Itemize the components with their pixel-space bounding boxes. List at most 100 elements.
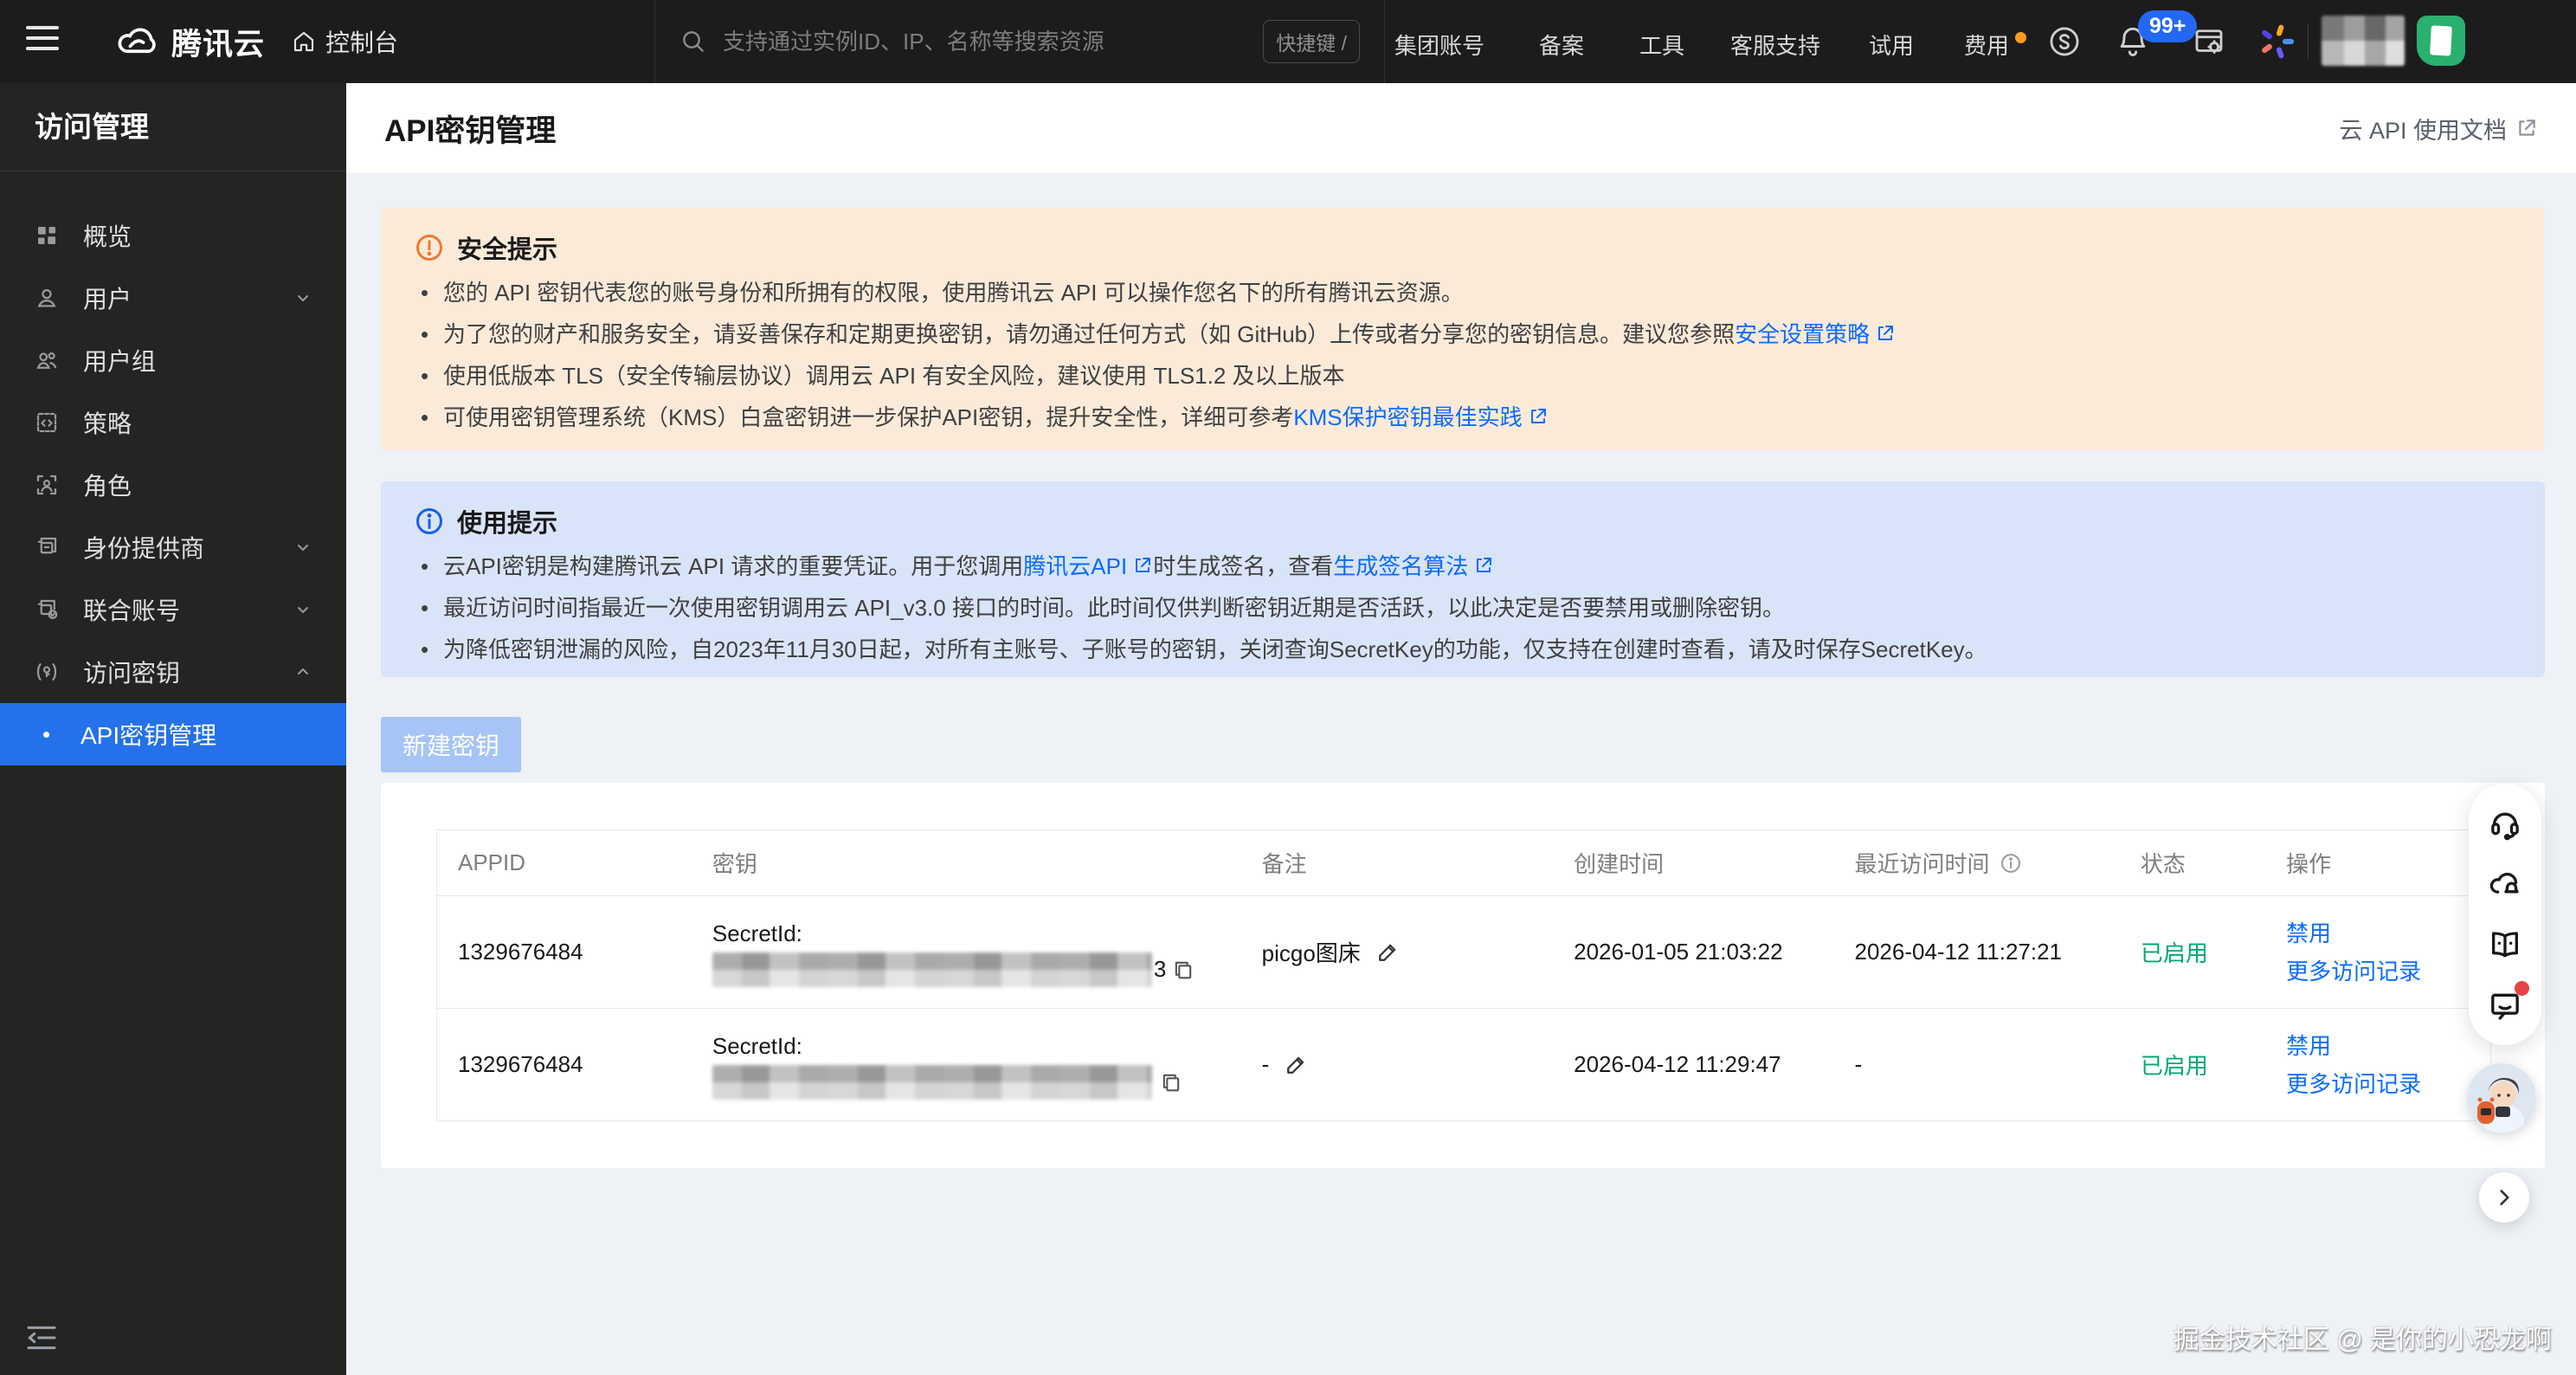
hamburger-menu-icon[interactable]	[26, 26, 59, 57]
role-icon	[33, 471, 61, 499]
signature-algorithm-link[interactable]: 生成签名算法	[1333, 553, 1468, 579]
home-icon	[291, 29, 317, 55]
edit-remark-icon[interactable]	[1283, 1052, 1309, 1078]
collapse-sidebar-icon[interactable]	[24, 1323, 61, 1354]
security-bullet-1: 您的 API 密钥代表您的账号身份和所拥有的权限，使用腾讯云 API 可以操作您…	[414, 272, 2512, 313]
nav-icp-filing[interactable]: 备案	[1539, 29, 1584, 61]
feedback-notice-dot	[2515, 981, 2529, 996]
headset-support-icon[interactable]	[2484, 803, 2526, 844]
cell-actions: 禁用 更多访问记录	[2265, 1009, 2490, 1121]
sidebar-item-users[interactable]: 用户	[0, 267, 346, 329]
tencent-cloud-logo[interactable]: 腾讯云	[114, 19, 265, 64]
colorful-star-icon[interactable]	[2256, 21, 2297, 62]
cloud-logo-icon	[114, 19, 159, 64]
assistant-avatar[interactable]	[2467, 1063, 2536, 1133]
cloud-api-link[interactable]: 腾讯云API	[1023, 553, 1127, 579]
docs-book-icon[interactable]	[2484, 924, 2526, 965]
sidebar-item-user-groups[interactable]: 用户组	[0, 329, 346, 391]
cell-secret: SecretId: 3	[692, 896, 1241, 1009]
sidebar: 访问管理 概览 用户	[0, 83, 346, 1375]
console-link[interactable]: 控制台	[291, 24, 398, 59]
users-group-icon	[33, 346, 61, 374]
cell-appid: 1329676484	[437, 1009, 692, 1121]
table-header-row: APPID 密钥 备注 创建时间 最近访问时间	[437, 830, 2491, 896]
status-badge: 已启用	[2141, 940, 2208, 966]
floating-toolbar	[2469, 784, 2541, 1045]
col-secret: 密钥	[692, 830, 1241, 896]
tencent-cloud-console: 腾讯云 控制台 快捷键 / 集团账号 备案 工具 客服支持 试用 费用	[0, 0, 2576, 1375]
usage-bullet-3: 为降低密钥泄漏的风险，自2023年11月30日起，对所有主账号、子账号的密钥，关…	[414, 629, 2512, 670]
external-link-icon	[1473, 555, 1494, 576]
access-key-icon	[33, 658, 61, 686]
nav-trial[interactable]: 试用	[1869, 29, 1914, 61]
col-created: 创建时间	[1553, 830, 1833, 896]
external-link-icon	[1132, 555, 1153, 576]
sidebar-item-identity-providers[interactable]: 身份提供商	[0, 516, 346, 578]
cell-actions: 禁用 更多访问记录	[2265, 896, 2490, 1009]
cell-remark: picgo图床	[1241, 896, 1553, 1009]
create-key-button[interactable]: 新建密钥	[381, 717, 521, 772]
api-keys-table: APPID 密钥 备注 创建时间 最近访问时间	[436, 830, 2491, 1121]
external-link-icon	[2515, 117, 2538, 139]
edit-remark-icon[interactable]	[1375, 939, 1401, 965]
topbar-divider	[2308, 24, 2309, 59]
brand-name: 腾讯云	[171, 20, 265, 64]
cell-status: 已启用	[2120, 1009, 2265, 1121]
security-policy-link[interactable]: 安全设置策略	[1735, 321, 1870, 347]
more-access-records-link[interactable]: 更多访问记录	[2286, 1065, 2421, 1103]
more-access-records-link[interactable]: 更多访问记录	[2286, 952, 2421, 991]
chevron-down-icon	[293, 599, 313, 620]
sidebar-item-policies[interactable]: 策略	[0, 391, 346, 454]
miniprogram-badge-icon[interactable]	[2417, 16, 2465, 66]
nav-group-account[interactable]: 集团账号	[1394, 29, 1484, 61]
account-name-redacted[interactable]	[2322, 16, 2405, 66]
policy-icon	[33, 409, 61, 436]
search-input[interactable]	[723, 29, 1263, 55]
col-appid: APPID	[437, 830, 692, 896]
nav-billing[interactable]: 费用	[1964, 29, 2009, 61]
notification-count-badge[interactable]: 99+	[2138, 10, 2197, 42]
sidebar-item-federated-accounts[interactable]: 联合账号	[0, 578, 346, 641]
nav-support[interactable]: 客服支持	[1730, 29, 1820, 61]
cloud-alert-icon[interactable]	[2484, 863, 2526, 905]
page-title: API密钥管理	[384, 107, 556, 151]
cell-status: 已启用	[2120, 896, 2265, 1009]
secret-value-redacted	[712, 952, 1152, 987]
disable-key-link[interactable]: 禁用	[2286, 1027, 2331, 1065]
cell-remark: -	[1241, 1009, 1553, 1121]
usage-bullet-2: 最近访问时间指最近一次使用密钥调用云 API_v3.0 接口的时间。此时间仅供判…	[414, 587, 2512, 629]
usage-notice-list: 云API密钥是构建腾讯云 API 请求的重要凭证。用于您调用腾讯云API时生成签…	[414, 545, 2512, 670]
sidebar-item-access-keys[interactable]: 访问密钥	[0, 641, 346, 703]
cell-last-access: -	[1834, 1009, 2120, 1121]
feedback-chat-icon[interactable]	[2484, 984, 2526, 1026]
expand-panel-button[interactable]	[2479, 1172, 2529, 1223]
copy-icon[interactable]	[1159, 1070, 1183, 1094]
usage-notice: 使用提示 云API密钥是构建腾讯云 API 请求的重要凭证。用于您调用腾讯云AP…	[381, 481, 2545, 677]
security-bullet-2: 为了您的财产和服务安全，请妥善保存和定期更换密钥，请勿通过任何方式（如 GitH…	[414, 313, 2512, 355]
kms-best-practice-link[interactable]: KMS保护密钥最佳实践	[1293, 404, 1522, 430]
sidebar-item-roles[interactable]: 角色	[0, 454, 346, 516]
secret-value-redacted	[712, 1065, 1152, 1100]
keys-table-card: APPID 密钥 备注 创建时间 最近访问时间	[381, 783, 2545, 1168]
sidebar-menu: 概览 用户	[0, 171, 346, 765]
sidebar-item-api-key-management[interactable]: API密钥管理	[0, 703, 346, 765]
search-icon	[679, 28, 707, 55]
sidebar-title: 访问管理	[0, 83, 346, 171]
col-status: 状态	[2120, 830, 2265, 896]
security-notice-list: 您的 API 密钥代表您的账号身份和所拥有的权限，使用腾讯云 API 可以操作您…	[414, 272, 2512, 438]
sidebar-item-overview[interactable]: 概览	[0, 204, 346, 267]
col-last-access: 最近访问时间	[1834, 830, 2120, 896]
disable-key-link[interactable]: 禁用	[2286, 914, 2331, 952]
cell-appid: 1329676484	[437, 896, 692, 1009]
cell-last-access: 2026-04-12 11:27:21	[1834, 896, 2120, 1009]
col-actions: 操作	[2265, 830, 2490, 896]
info-circle-icon[interactable]	[1999, 851, 2023, 875]
api-doc-link[interactable]: 云 API 使用文档	[2339, 112, 2538, 145]
service-s-icon[interactable]	[2044, 21, 2085, 62]
cell-secret: SecretId:	[692, 1009, 1241, 1121]
copy-icon[interactable]	[1171, 958, 1195, 982]
security-bullet-3: 使用低版本 TLS（安全传输层协议）调用云 API 有安全风险，建议使用 TLS…	[414, 355, 2512, 397]
global-search: 快捷键 /	[654, 0, 1385, 83]
nav-tools[interactable]: 工具	[1639, 29, 1684, 61]
security-notice-title: 安全提示	[457, 229, 557, 266]
